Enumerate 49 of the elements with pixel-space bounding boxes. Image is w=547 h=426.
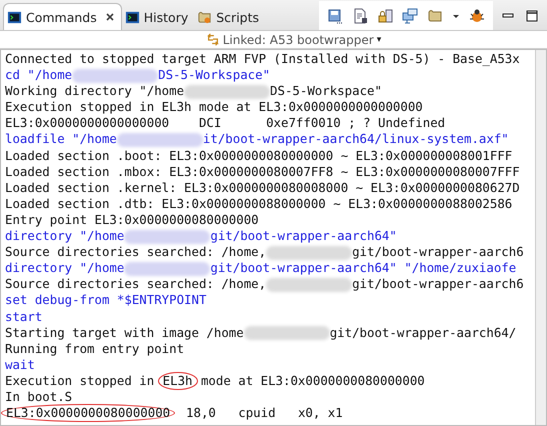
console-text: set debug-from *$ENTRYPOINT	[5, 292, 206, 308]
console-text: Working directory "/home	[5, 83, 184, 98]
console-text: it/boot-wrapper-aarch64/linux-system.axf"	[202, 131, 509, 146]
bug-icon[interactable]	[469, 8, 485, 24]
console-text: Connected to stopped target ARM FVP (Installed with DS-5) - Base_A53x	[5, 51, 520, 66]
console-text: Running from entry point	[5, 340, 184, 356]
console-text: Execution stopped in EL3h mode at EL3:0x0000000000000000	[5, 99, 423, 114]
console-text: Execution stopped in	[5, 372, 156, 388]
view-tab[interactable]: History	[122, 4, 194, 30]
console-text: git/boot-wrapper-aarch64"	[210, 228, 397, 244]
console-text: wait	[5, 356, 35, 372]
lock-icon[interactable]	[377, 8, 393, 24]
console-icon	[7, 10, 22, 24]
linked-target-selector[interactable]: Linked: A53 bootwrapper ▾	[206, 31, 382, 48]
console-text: directory "/home	[5, 228, 124, 244]
console-text: DS-5-Workspace"	[270, 83, 382, 98]
console-text: loadfile "/home	[5, 131, 117, 146]
view-tab[interactable]: Scripts	[194, 4, 266, 30]
console-text: start	[5, 308, 42, 324]
save-icon[interactable]	[327, 8, 343, 24]
console-icon	[124, 10, 140, 24]
console-text: Entry point EL3:0x0000000080000000	[5, 212, 259, 227]
monitor-icon[interactable]	[402, 8, 418, 24]
console-text: Loaded section .kernel: EL3:0x0000000080008000 ~ EL3:0x0000000080627D	[5, 180, 520, 195]
console-text: git/boot-wrapper-aarch64/	[330, 324, 516, 340]
console-text: Loaded section .dtb: EL3:0x0000000088000000 ~ EL3:0x0000000088002586	[5, 196, 512, 211]
console-text: git/boot-wrapper-aarch6	[352, 276, 524, 292]
console-text: mode at EL3:0x0000000080000000	[200, 372, 425, 388]
maximize-icon[interactable]	[525, 8, 539, 22]
console-text: git/boot-wrapper-aarch64" "/home/zuxiaofe	[210, 260, 516, 276]
console-text: EL3:0x0000000000000000 DCI 0xe7ff0010 ; ? Undefined	[5, 115, 446, 130]
view-tab[interactable]: Commands	[3, 3, 122, 30]
close-icon[interactable]	[104, 12, 115, 22]
link-arrows-icon	[206, 32, 220, 46]
console-text: DS-5-Workspace"	[158, 67, 270, 82]
console-text: 18,0 cpuid x0, x1	[185, 405, 343, 420]
circled-text: EL3:0x0000000080000000	[1, 404, 176, 422]
document-icon[interactable]	[352, 8, 368, 24]
console-text: Loaded section .mbox: EL3:0x0000000080007FF8 ~ EL3:0x0000000080007FFF	[5, 164, 520, 179]
console-text: Source directories searched: /home,	[5, 276, 266, 292]
console-text: cd "/home	[5, 67, 72, 82]
scrollbar[interactable]	[535, 50, 546, 425]
console-text: directory "/home	[5, 260, 124, 276]
circled-text: EL3h	[158, 372, 198, 390]
console-text: In boot.S	[5, 388, 72, 404]
console-text: git/boot-wrapper-aarch6	[352, 244, 524, 260]
console-text: Loaded section .boot: EL3:0x0000000080000000 ~ EL3:0x000000008001FFF	[5, 148, 512, 163]
console-text: Source directories searched: /home,	[5, 244, 266, 260]
console-text: Starting target with image /home	[5, 324, 244, 340]
